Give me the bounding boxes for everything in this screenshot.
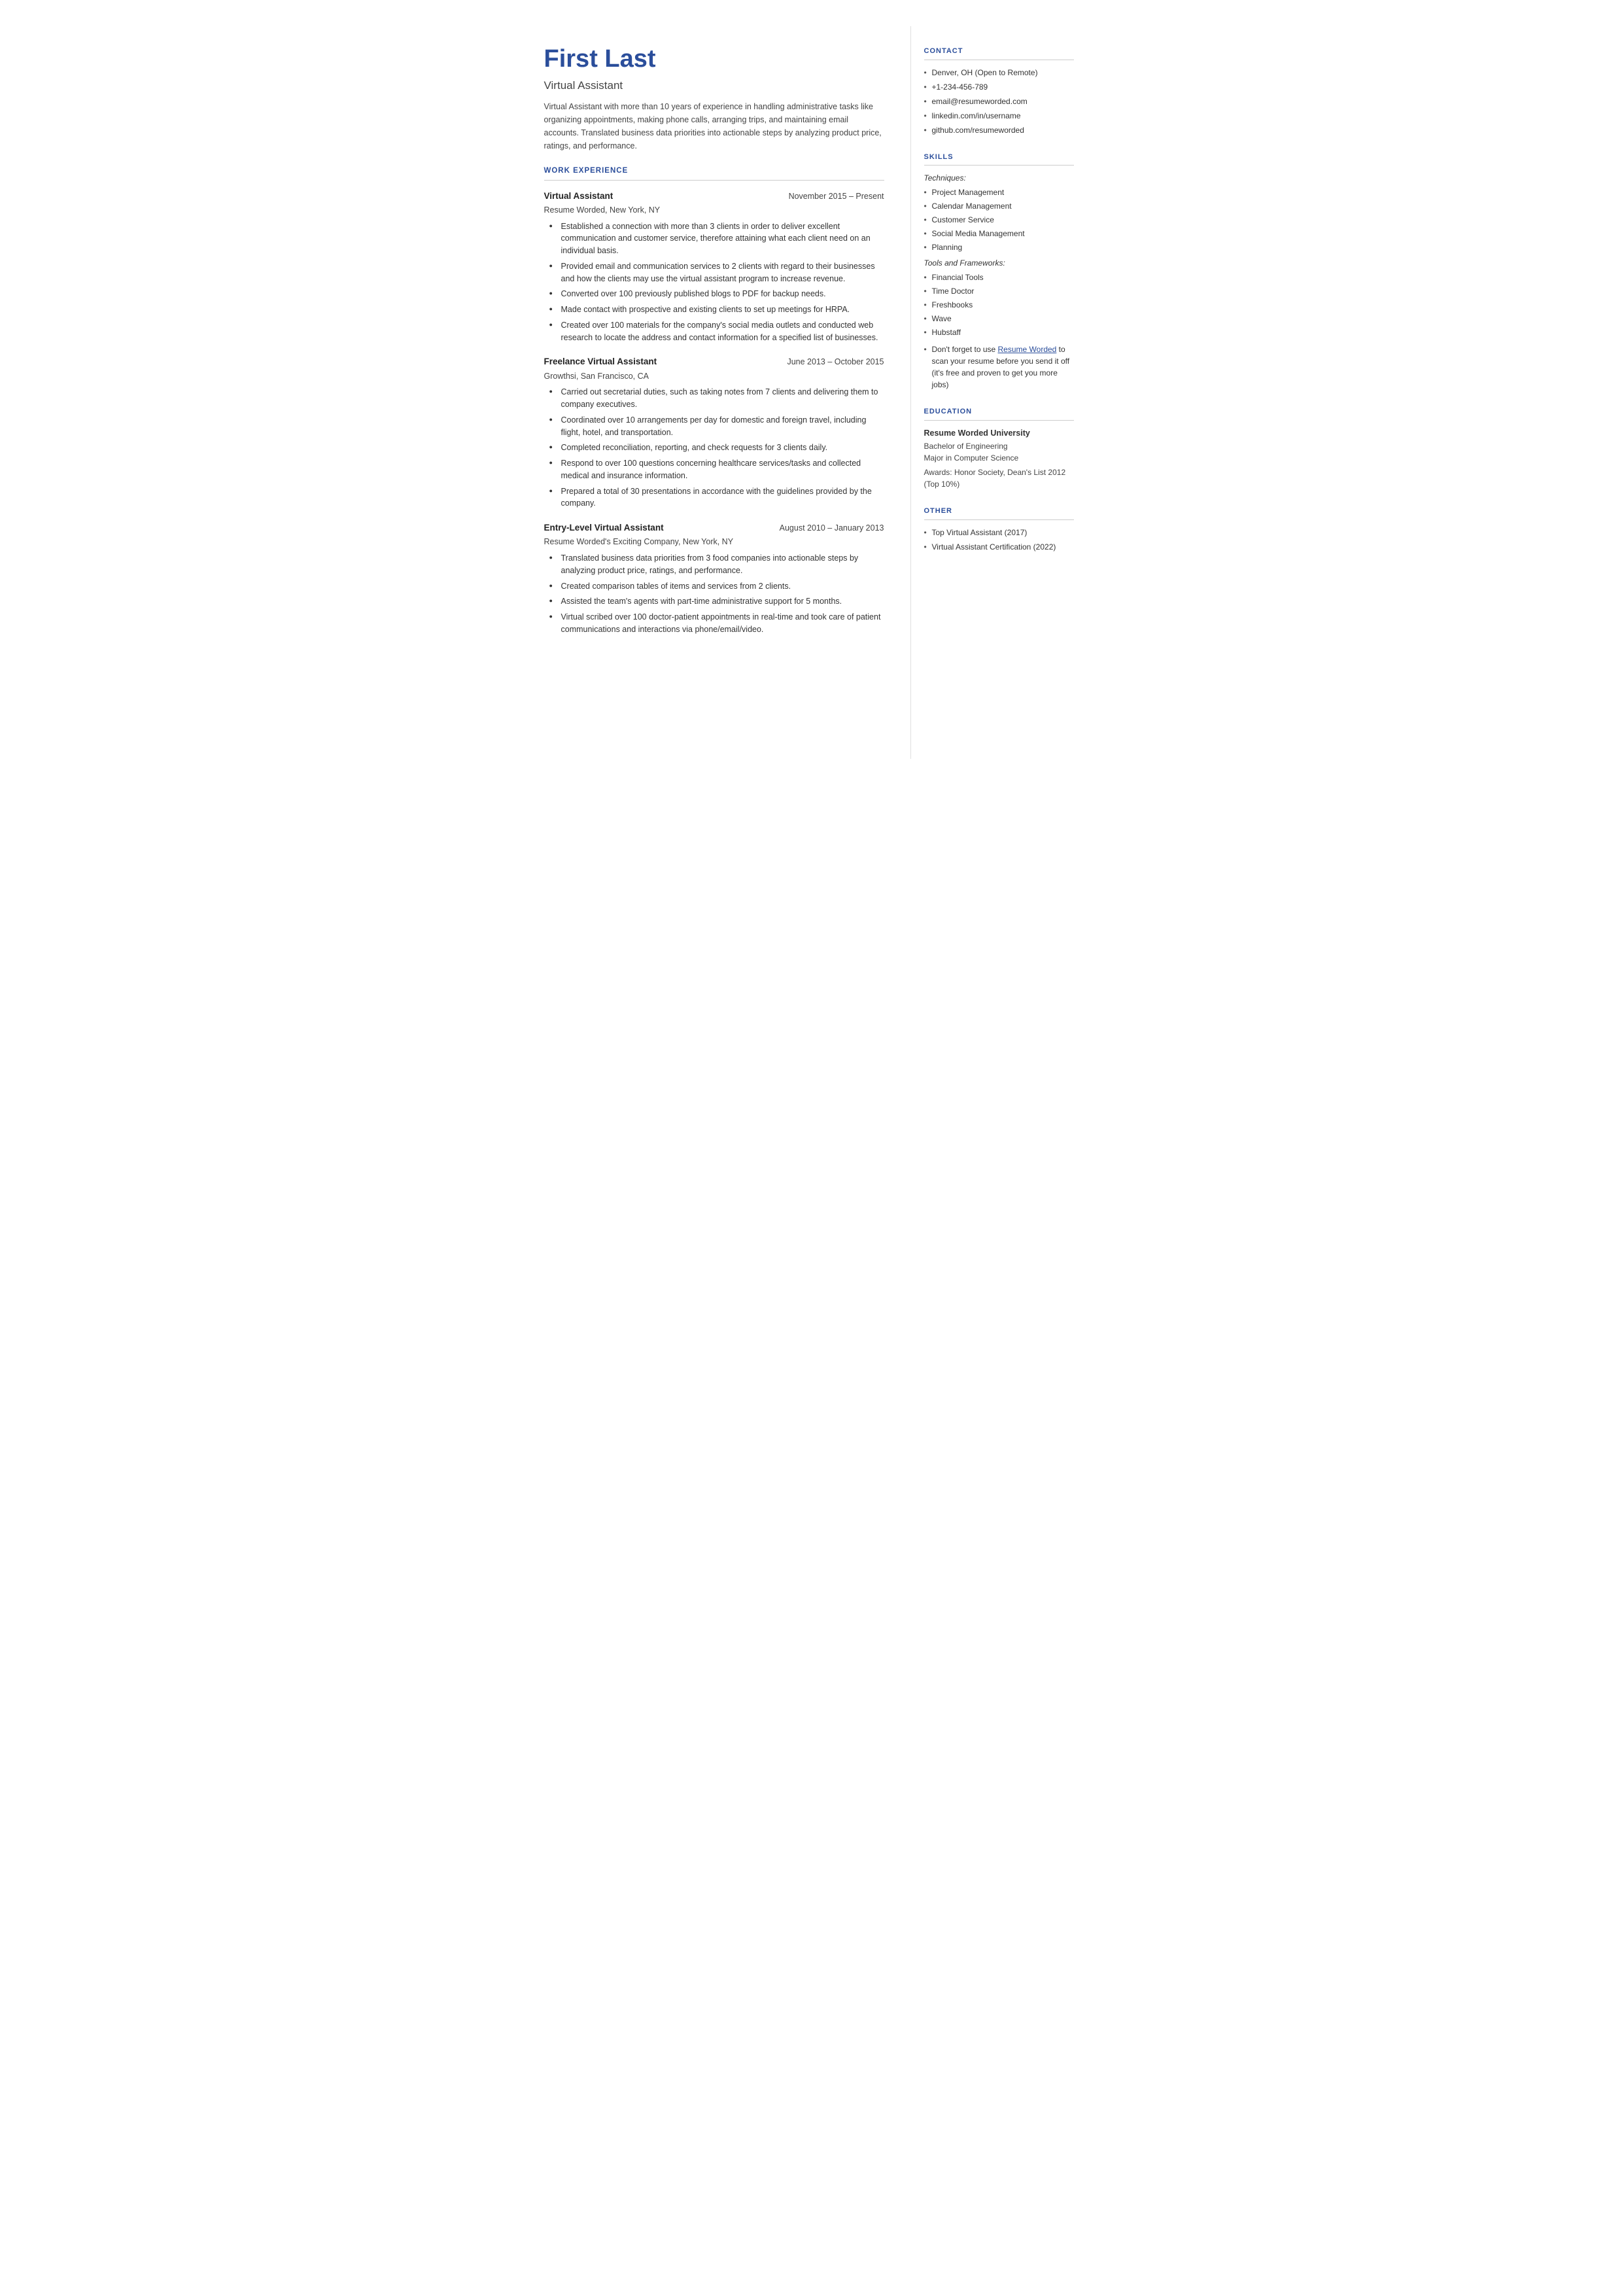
job-dates-2: June 2013 – October 2015 <box>787 356 884 368</box>
other-list: Top Virtual Assistant (2017) Virtual Ass… <box>924 527 1074 553</box>
list-item: Hubstaff <box>924 326 1074 338</box>
list-item: Provided email and communication service… <box>549 260 884 285</box>
list-item: Translated business data priorities from… <box>549 552 884 577</box>
list-item: Calendar Management <box>924 200 1074 212</box>
skills-header: SKILLS <box>924 152 1074 166</box>
tools-list: Financial Tools Time Doctor Freshbooks W… <box>924 272 1074 338</box>
job-company-1: Resume Worded, New York, NY <box>544 204 884 217</box>
education-header: EDUCATION <box>924 406 1074 421</box>
list-item: Freshbooks <box>924 299 1074 311</box>
list-item: Carried out secretarial duties, such as … <box>549 386 884 411</box>
list-item: Planning <box>924 241 1074 253</box>
job-dates-3: August 2010 – January 2013 <box>780 522 884 534</box>
techniques-label: Techniques: <box>924 172 1074 184</box>
job-title-2: Freelance Virtual Assistant <box>544 355 657 368</box>
list-item: Completed reconciliation, reporting, and… <box>549 442 884 454</box>
candidate-name: First Last <box>544 46 884 73</box>
list-item: Converted over 100 previously published … <box>549 288 884 300</box>
job-block-3: Entry-Level Virtual Assistant August 201… <box>544 521 884 636</box>
list-item: Denver, OH (Open to Remote) <box>924 67 1074 79</box>
job-company-2: Growthsi, San Francisco, CA <box>544 370 884 383</box>
work-experience-header: WORK EXPERIENCE <box>544 166 884 180</box>
job-bullets-2: Carried out secretarial duties, such as … <box>544 386 884 510</box>
list-item: Virtual Assistant Certification (2022) <box>924 541 1074 553</box>
contact-header: CONTACT <box>924 46 1074 60</box>
list-item: Coordinated over 10 arrangements per day… <box>549 414 884 439</box>
list-item: Social Media Management <box>924 228 1074 239</box>
list-item: Created comparison tables of items and s… <box>549 580 884 593</box>
skills-section: SKILLS Techniques: Project Management Ca… <box>924 152 1074 391</box>
list-item: Prepared a total of 30 presentations in … <box>549 485 884 510</box>
edu-degree: Bachelor of Engineering <box>924 440 1074 452</box>
list-item: Time Doctor <box>924 285 1074 297</box>
edu-awards: Awards: Honor Society, Dean's List 2012 … <box>924 466 1074 490</box>
education-section: EDUCATION Resume Worded University Bache… <box>924 406 1074 490</box>
job-block-1: Virtual Assistant November 2015 – Presen… <box>544 190 884 344</box>
edu-school: Resume Worded University <box>924 427 1074 440</box>
list-item: Top Virtual Assistant (2017) <box>924 527 1074 538</box>
candidate-title: Virtual Assistant <box>544 77 884 94</box>
list-item: Customer Service <box>924 214 1074 226</box>
job-block-2: Freelance Virtual Assistant June 2013 – … <box>544 355 884 510</box>
list-item: linkedin.com/in/username <box>924 110 1074 122</box>
contact-list: Denver, OH (Open to Remote) +1-234-456-7… <box>924 67 1074 136</box>
job-dates-1: November 2015 – Present <box>789 190 884 203</box>
tools-label: Tools and Frameworks: <box>924 257 1074 269</box>
edu-major: Major in Computer Science <box>924 452 1074 464</box>
job-bullets-3: Translated business data priorities from… <box>544 552 884 636</box>
other-header: OTHER <box>924 506 1074 520</box>
list-item: Financial Tools <box>924 272 1074 283</box>
job-title-3: Entry-Level Virtual Assistant <box>544 521 664 534</box>
resume-worded-link[interactable]: Resume Worded <box>998 345 1057 354</box>
other-section: OTHER Top Virtual Assistant (2017) Virtu… <box>924 506 1074 553</box>
list-item: Respond to over 100 questions concerning… <box>549 457 884 482</box>
list-item: Created over 100 materials for the compa… <box>549 319 884 344</box>
list-item: Assisted the team's agents with part-tim… <box>549 595 884 608</box>
candidate-summary: Virtual Assistant with more than 10 year… <box>544 100 884 152</box>
list-item: github.com/resumeworded <box>924 124 1074 136</box>
job-bullets-1: Established a connection with more than … <box>544 220 884 344</box>
job-title-1: Virtual Assistant <box>544 190 613 203</box>
list-item: Project Management <box>924 186 1074 198</box>
techniques-list: Project Management Calendar Management C… <box>924 186 1074 253</box>
list-item: +1-234-456-789 <box>924 81 1074 93</box>
list-item: email@resumeworded.com <box>924 96 1074 107</box>
job-company-3: Resume Worded's Exciting Company, New Yo… <box>544 536 884 548</box>
list-item: Virtual scribed over 100 doctor-patient … <box>549 611 884 636</box>
contact-section: CONTACT Denver, OH (Open to Remote) +1-2… <box>924 46 1074 136</box>
promo-text: Don't forget to use Resume Worded to sca… <box>924 343 1074 391</box>
list-item: Made contact with prospective and existi… <box>549 304 884 316</box>
list-item: Wave <box>924 313 1074 324</box>
list-item: Established a connection with more than … <box>549 220 884 257</box>
